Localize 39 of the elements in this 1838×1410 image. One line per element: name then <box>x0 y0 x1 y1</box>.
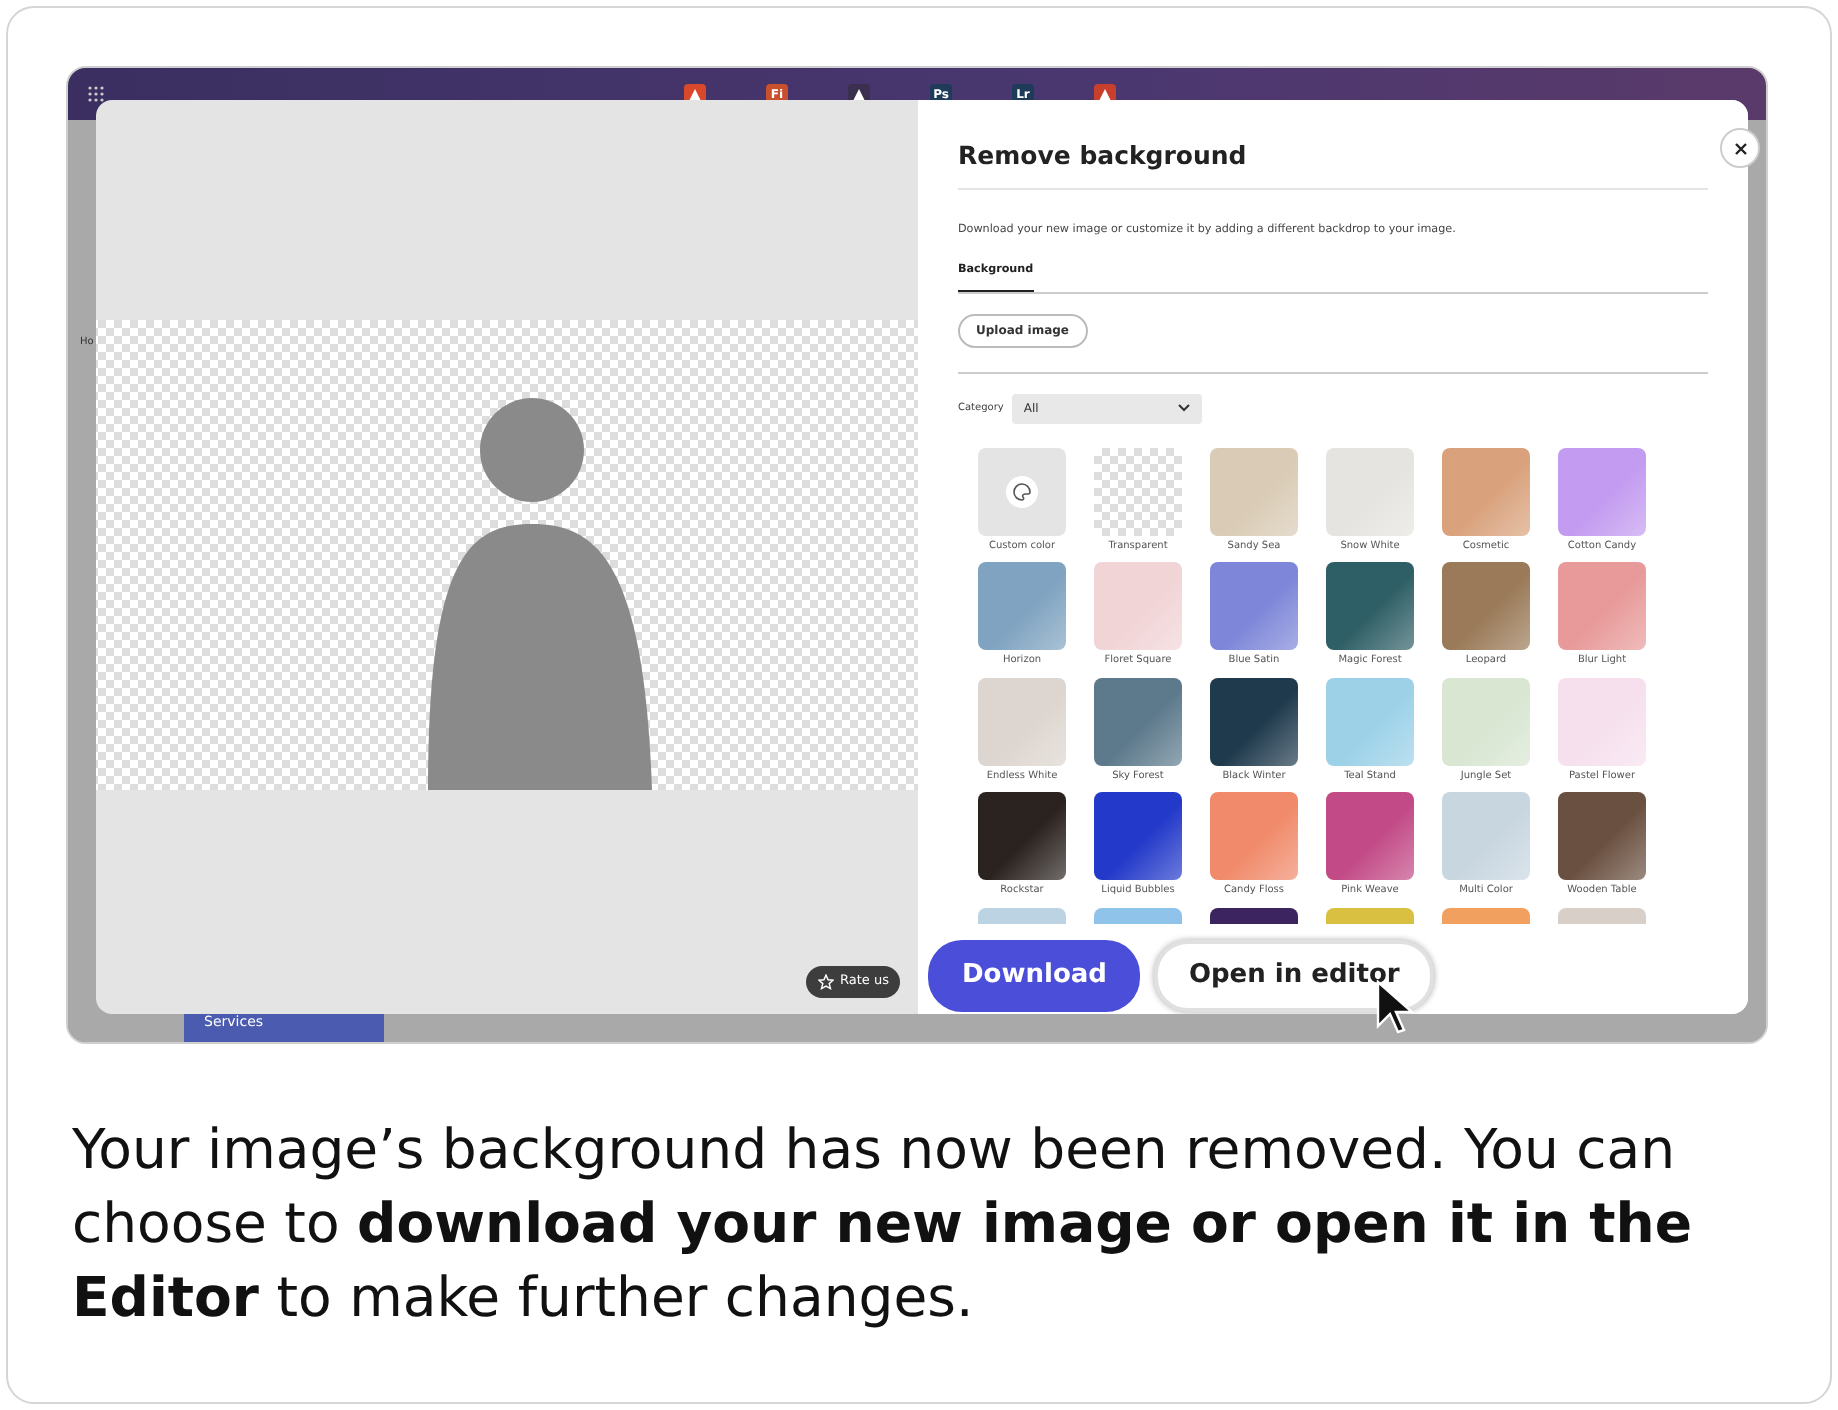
backdrop-thumbnail[interactable] <box>1558 562 1646 651</box>
backdrop-thumbnail[interactable] <box>1558 447 1646 536</box>
backdrop-thumbnail[interactable] <box>1326 907 1414 924</box>
backdrop-thumbnail[interactable] <box>1558 907 1646 924</box>
backdrop-thumbnail[interactable] <box>1326 447 1414 536</box>
backdrop-thumbnail[interactable] <box>1442 792 1530 881</box>
backdrop-thumbnail[interactable] <box>1210 792 1298 881</box>
backdrop-thumbnail[interactable] <box>1326 677 1414 766</box>
backdrop-thumbnail[interactable] <box>1558 677 1646 766</box>
backdrop-thumbnail[interactable] <box>1442 907 1530 924</box>
chevron-icon <box>1177 404 1190 413</box>
backdrop-thumbnail[interactable] <box>1558 792 1646 881</box>
open-editor-button[interactable]: Open in editor <box>1154 940 1434 1011</box>
backdrop-thumbnail[interactable] <box>1326 562 1414 651</box>
backdrop-thumbnail[interactable] <box>1094 677 1182 766</box>
backdrop-thumbnail[interactable] <box>1210 907 1298 924</box>
backdrop-thumbnail[interactable] <box>1326 792 1414 881</box>
backdrop-thumbnail[interactable] <box>1094 907 1182 924</box>
star-icon <box>818 973 834 990</box>
backdrop-thumbnail[interactable] <box>1094 792 1182 881</box>
close-button[interactable] <box>1720 128 1760 168</box>
backdrop-thumbnail[interactable] <box>1210 562 1298 651</box>
backdrop-thumbnail[interactable] <box>978 677 1066 766</box>
backdrop-thumbnail[interactable] <box>1094 562 1182 651</box>
backdrop-thumbnail[interactable] <box>978 907 1066 924</box>
close-icon <box>1733 141 1747 155</box>
caption-text: Your image’s background has now been removed. You can choose to download your new image or open it in the Editor to make further changes. <box>72 1116 1695 1334</box>
backdrop-thumbnail[interactable] <box>1442 677 1530 766</box>
download-button[interactable]: Download <box>928 940 1141 1011</box>
backdrop-thumbnail[interactable] <box>1210 677 1298 766</box>
backdrop-thumbnail[interactable] <box>978 792 1066 881</box>
backdrop-thumbnail[interactable] <box>1442 562 1530 651</box>
backdrop-thumbnail[interactable] <box>1210 447 1298 536</box>
backdrop-thumbnail[interactable] <box>978 562 1066 651</box>
panel-title: Remove background <box>958 140 1708 190</box>
app-grid-icon[interactable] <box>88 86 104 102</box>
custom-color-tile[interactable] <box>978 447 1066 536</box>
palette-icon <box>1006 475 1038 508</box>
backdrop-thumbnail[interactable] <box>1442 447 1530 536</box>
